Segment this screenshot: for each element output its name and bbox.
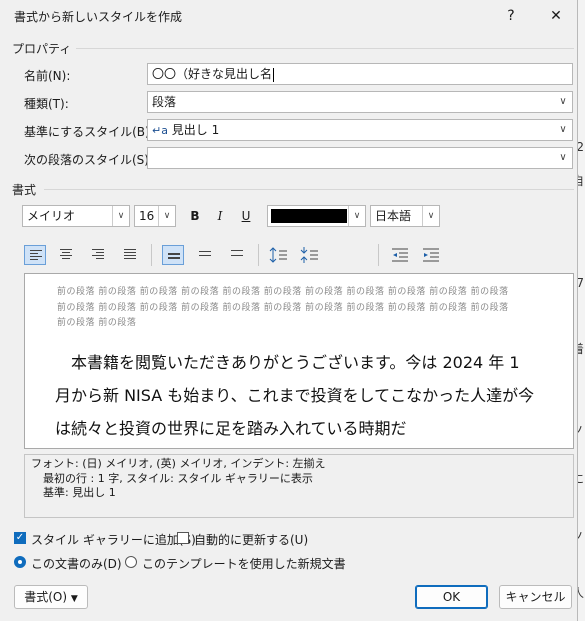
format-button-label: 書式(O) xyxy=(24,590,68,604)
toolbar-divider xyxy=(151,244,152,266)
section-divider xyxy=(76,48,574,49)
ok-button[interactable]: OK xyxy=(415,585,488,609)
single-spacing-icon xyxy=(168,253,180,261)
bold-button[interactable]: B xyxy=(184,206,206,226)
section-divider xyxy=(44,189,574,190)
decrease-spacing-button[interactable] xyxy=(300,245,322,265)
paragraph-spacing-increase-icon xyxy=(269,247,287,263)
font-select[interactable]: メイリオ ∨ xyxy=(22,205,130,227)
font-value: メイリオ xyxy=(27,209,76,223)
base-style-value: 見出し 1 xyxy=(171,123,220,137)
create-style-dialog: 書式から新しいスタイルを作成 ? ✕ プロパティ 名前(N): 〇〇（好きな見出… xyxy=(0,0,578,621)
caret-down-icon: ▼ xyxy=(70,594,78,604)
size-select[interactable]: 16 ∨ xyxy=(134,205,176,227)
this-doc-only-radio[interactable] xyxy=(14,556,26,568)
next-style-select[interactable]: ∨ xyxy=(147,147,573,169)
description-line: 基準: 見出し 1 xyxy=(43,486,116,499)
justify-button[interactable] xyxy=(119,245,141,265)
decrease-indent-button[interactable] xyxy=(390,245,412,265)
align-right-icon xyxy=(92,249,104,261)
one-half-spacing-icon xyxy=(199,251,211,259)
add-gallery-label[interactable]: スタイル ギャラリーに追加(S) xyxy=(31,531,196,548)
size-value: 16 xyxy=(139,209,155,223)
chevron-down-icon: ∨ xyxy=(559,124,567,135)
double-spacing-button[interactable] xyxy=(226,245,248,265)
decrease-indent-icon xyxy=(392,248,408,262)
chevron-down-icon: ∨ xyxy=(559,96,567,107)
add-gallery-checkbox[interactable]: ✓ xyxy=(14,532,26,544)
font-color-select[interactable]: ∨ xyxy=(267,205,366,227)
chevron-down-icon: ∨ xyxy=(112,206,129,226)
next-style-label: 次の段落のスタイル(S): xyxy=(24,153,154,167)
help-button[interactable]: ? xyxy=(496,4,526,28)
type-label: 種類(T): xyxy=(24,97,69,111)
chevron-down-icon: ∨ xyxy=(158,206,175,226)
name-input[interactable]: 〇〇（好きな見出し名 xyxy=(147,63,573,85)
sample-text: 本書籍を閲覧いただきありがとうございます。今は 2024 年 1 月から新 NI… xyxy=(55,353,535,438)
align-left-button[interactable] xyxy=(24,245,46,265)
template-docs-radio[interactable] xyxy=(125,556,137,568)
justify-icon xyxy=(124,249,136,261)
align-center-button[interactable] xyxy=(55,245,77,265)
italic-button[interactable]: I xyxy=(209,206,231,226)
type-select[interactable]: 段落 ∨ xyxy=(147,91,573,113)
paragraph-spacing-decrease-icon xyxy=(300,247,318,263)
auto-update-checkbox[interactable] xyxy=(177,532,189,544)
format-menu-button[interactable]: 書式(O) ▼ xyxy=(14,585,88,609)
template-docs-label[interactable]: このテンプレートを使用した新規文書 xyxy=(142,555,346,572)
language-value: 日本語 xyxy=(375,209,412,223)
auto-update-label[interactable]: 自動的に更新する(U) xyxy=(194,531,308,548)
align-center-icon xyxy=(60,249,72,261)
name-value: 〇〇（好きな見出し名 xyxy=(152,67,273,81)
text-caret xyxy=(273,67,275,82)
name-label: 名前(N): xyxy=(24,69,71,83)
description-line: 最初の行 : 1 字, スタイル: スタイル ギャラリーに表示 xyxy=(43,471,313,485)
description-line: フォント: (日) メイリオ, (英) メイリオ, インデント: 左揃え xyxy=(31,457,326,470)
language-select[interactable]: 日本語 ∨ xyxy=(370,205,440,227)
close-button[interactable]: ✕ xyxy=(541,4,571,28)
this-doc-only-label[interactable]: この文書のみ(D) xyxy=(31,555,122,572)
increase-indent-icon xyxy=(423,248,439,262)
single-spacing-button[interactable] xyxy=(162,245,184,265)
title-bar: 書式から新しいスタイルを作成 ? ✕ xyxy=(0,0,577,32)
chevron-down-icon: ∨ xyxy=(348,206,365,226)
previous-paragraph-text: 前の段落 前の段落 前の段落 前の段落 前の段落 前の段落 前の段落 前の段落 … xyxy=(57,287,509,328)
style-description: フォント: (日) メイリオ, (英) メイリオ, インデント: 左揃え 最初の… xyxy=(24,454,574,518)
style-preview: 前の段落 前の段落 前の段落 前の段落 前の段落 前の段落 前の段落 前の段落 … xyxy=(24,273,574,449)
increase-indent-button[interactable] xyxy=(421,245,443,265)
toolbar-divider xyxy=(378,244,379,266)
underline-button[interactable]: U xyxy=(235,206,257,226)
toolbar-divider xyxy=(258,244,259,266)
align-right-button[interactable] xyxy=(87,245,109,265)
type-value: 段落 xyxy=(152,95,177,109)
paragraph-style-icon: ↵a xyxy=(152,124,168,137)
dialog-title: 書式から新しいスタイルを作成 xyxy=(14,10,183,24)
properties-section-label: プロパティ xyxy=(12,42,72,56)
format-section-label: 書式 xyxy=(12,183,37,197)
base-style-select[interactable]: ↵a 見出し 1 ∨ xyxy=(147,119,573,141)
chevron-down-icon: ∨ xyxy=(422,206,439,226)
one-half-spacing-button[interactable] xyxy=(194,245,216,265)
increase-spacing-button[interactable] xyxy=(269,245,291,265)
cancel-button[interactable]: キャンセル xyxy=(499,585,572,609)
double-spacing-icon xyxy=(231,250,243,260)
color-swatch xyxy=(271,209,347,223)
base-style-label: 基準にするスタイル(B): xyxy=(24,125,154,139)
chevron-down-icon: ∨ xyxy=(559,152,567,163)
align-left-icon xyxy=(30,250,42,262)
